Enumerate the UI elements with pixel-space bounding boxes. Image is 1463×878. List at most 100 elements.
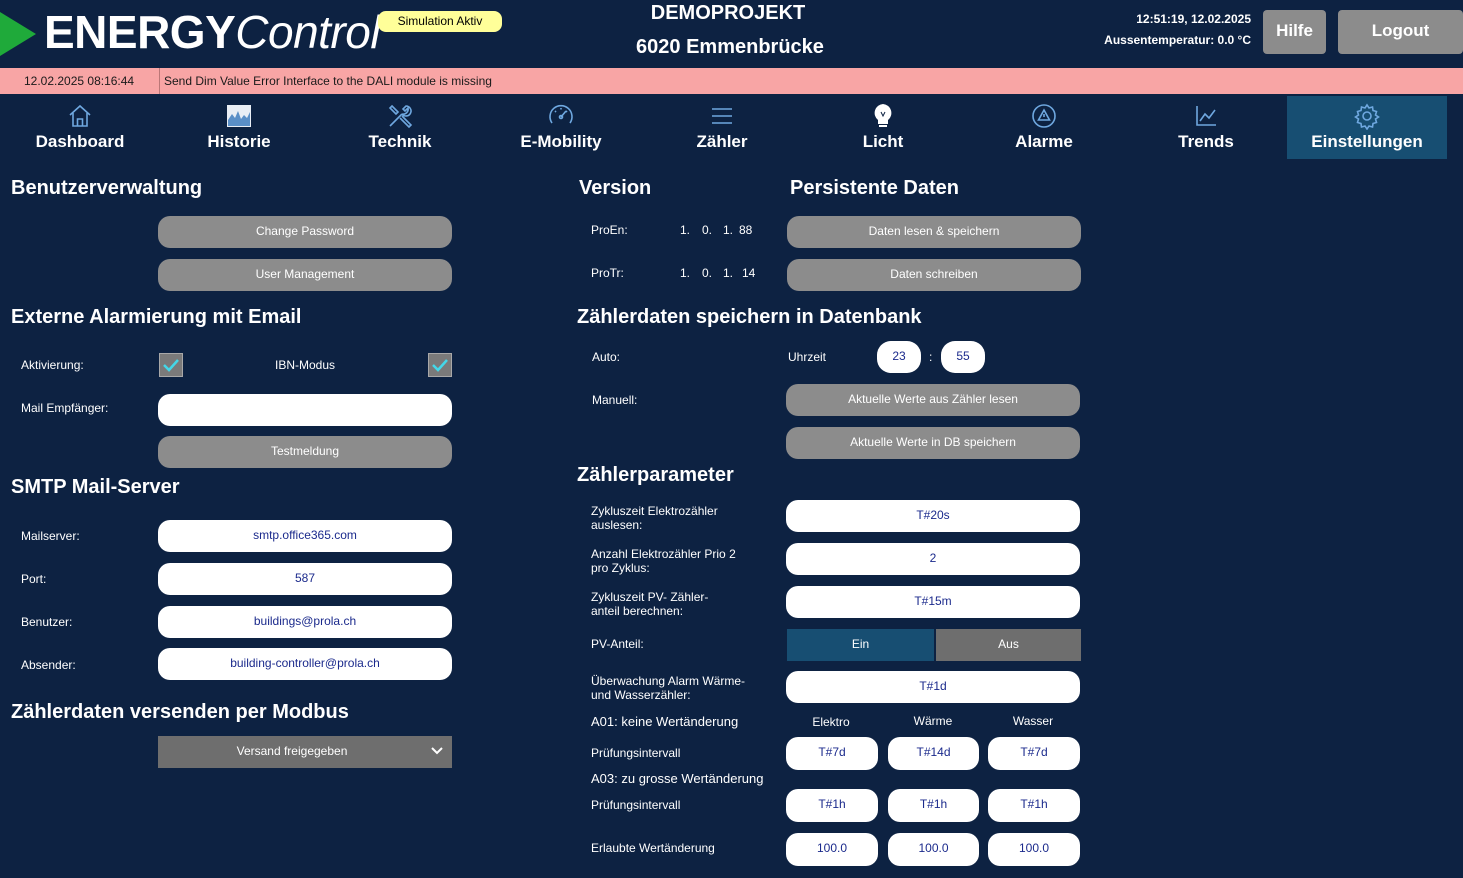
nav-technik[interactable]: Technik xyxy=(320,96,480,159)
read-current-values-button[interactable]: Aktuelle Werte aus Zähler lesen xyxy=(786,384,1080,416)
cycle-elec-input[interactable]: T#20s xyxy=(786,500,1080,532)
col-header-wasser: Wasser xyxy=(1012,714,1054,728)
app-logo: ENERGYControl xyxy=(44,6,381,58)
warning-icon xyxy=(1032,104,1056,128)
protr-patch: 1. xyxy=(723,266,734,280)
alarm-bar[interactable]: 12.02.2025 08:16:44 Send Dim Value Error… xyxy=(0,68,1463,94)
nav-label: Einstellungen xyxy=(1311,132,1423,151)
pv-share-label: PV-Anteil: xyxy=(591,637,644,651)
section-title-users: Benutzerverwaltung xyxy=(11,177,203,199)
interval2-label: Prüfungsintervall xyxy=(591,798,681,812)
ibn-mode-checkbox[interactable] xyxy=(428,353,452,377)
interval1-waerme-input[interactable]: T#14d xyxy=(888,737,979,770)
modbus-send-value: Versand freigegeben xyxy=(236,744,348,758)
help-button[interactable]: Hilfe xyxy=(1263,10,1326,54)
section-title-modbus: Zählerdaten versenden per Modbus xyxy=(11,701,349,723)
interval2-elektro-input[interactable]: T#1h xyxy=(786,789,878,822)
ibn-mode-label: IBN-Modus xyxy=(275,358,336,372)
nav-dashboard[interactable]: Dashboard xyxy=(0,96,160,159)
outside-temperature: Aussentemperatur: 0.0 °C xyxy=(1104,33,1251,47)
chevron-down-icon xyxy=(431,747,443,755)
mailserver-input[interactable]: smtp.office365.com xyxy=(158,520,452,552)
nav-label: Alarme xyxy=(1015,132,1073,151)
simulation-badge: Simulation Aktiv xyxy=(378,11,502,32)
port-label: Port: xyxy=(21,572,47,586)
project-name: DEMOPROJEKT xyxy=(650,2,806,24)
proen-minor: 0. xyxy=(702,223,713,237)
interval2-waerme-input[interactable]: T#1h xyxy=(888,789,979,822)
alarm-divider xyxy=(159,68,160,94)
pv-off-toggle[interactable]: Aus xyxy=(936,629,1081,661)
nav-label: Technik xyxy=(368,132,432,151)
a03-label: A03: zu grosse Wertänderung xyxy=(591,771,764,786)
protr-major: 1. xyxy=(680,266,691,280)
sender-input[interactable]: building-controller@prola.ch xyxy=(158,648,452,680)
pv-on-toggle[interactable]: Ein xyxy=(787,629,934,661)
interval1-elektro-input[interactable]: T#7d xyxy=(786,737,878,770)
home-icon xyxy=(69,104,91,127)
monitor-alarm-input[interactable]: T#1d xyxy=(786,671,1080,703)
user-management-button[interactable]: User Management xyxy=(158,259,452,291)
time-colon: : xyxy=(929,350,933,364)
logo-bold-text: ENERGY xyxy=(44,6,236,58)
proen-label: ProEn: xyxy=(591,223,628,237)
mail-recipient-input[interactable] xyxy=(158,394,452,426)
nav-alarme[interactable]: Alarme xyxy=(964,96,1124,159)
a01-label: A01: keine Wertänderung xyxy=(591,714,739,729)
port-input[interactable]: 587 xyxy=(158,563,452,595)
save-to-db-button[interactable]: Aktuelle Werte in DB speichern xyxy=(786,427,1080,459)
activation-checkbox[interactable] xyxy=(159,353,183,377)
nav-licht[interactable]: Licht xyxy=(803,96,963,159)
manual-label: Manuell: xyxy=(592,393,638,407)
col-header-waerme: Wärme xyxy=(913,714,953,728)
test-message-button[interactable]: Testmeldung xyxy=(158,436,452,468)
nav-label: E-Mobility xyxy=(520,132,602,151)
allowed-waerme-input[interactable]: 100.0 xyxy=(888,833,979,866)
proen-build: 88 xyxy=(739,223,753,237)
trend-chart-icon xyxy=(1196,106,1216,126)
allowed-elektro-input[interactable]: 100.0 xyxy=(786,833,878,866)
nav-zaehler[interactable]: Zähler xyxy=(642,96,802,159)
nav-label: Trends xyxy=(1178,132,1234,151)
count-prio-label: Anzahl Elektrozähler Prio 2 pro Zyklus: xyxy=(591,547,736,575)
read-save-data-button[interactable]: Daten lesen & speichern xyxy=(787,216,1081,248)
nav-einstellungen[interactable]: Einstellungen xyxy=(1287,96,1447,159)
allowed-wasser-input[interactable]: 100.0 xyxy=(988,833,1080,866)
monitor-alarm-label: Überwachung Alarm Wärme- und Wasserzähle… xyxy=(591,674,746,702)
modbus-send-select[interactable]: Versand freigegeben xyxy=(158,736,452,768)
app-header: ENERGYControl Simulation Aktiv DEMOPROJE… xyxy=(0,0,1463,68)
nav-label: Dashboard xyxy=(35,132,125,151)
interval2-wasser-input[interactable]: T#1h xyxy=(988,789,1080,822)
count-prio-input[interactable]: 2 xyxy=(786,543,1080,575)
interval1-label: Prüfungsintervall xyxy=(591,746,681,760)
logo-arrow-icon xyxy=(0,12,36,56)
section-title-params: Zählerparameter xyxy=(577,464,734,486)
nav-e-mobility[interactable]: E-Mobility xyxy=(481,96,641,159)
cycle-pv-label: Zykluszeit PV- Zähler-anteil berechnen: xyxy=(591,590,709,618)
main-navigation: Dashboard Historie Technik E-Mobility Zä… xyxy=(0,96,1463,159)
section-title-persistent: Persistente Daten xyxy=(790,177,959,199)
smtp-user-input[interactable]: buildings@prola.ch xyxy=(158,606,452,638)
time-label: Uhrzeit xyxy=(788,350,827,364)
project-location: 6020 Emmenbrücke xyxy=(636,36,824,58)
minute-input[interactable]: 55 xyxy=(941,341,985,373)
protr-label: ProTr: xyxy=(591,266,624,280)
write-data-button[interactable]: Daten schreiben xyxy=(787,259,1081,291)
col-header-elektro: Elektro xyxy=(812,715,850,729)
hour-input[interactable]: 23 xyxy=(877,341,921,373)
interval1-wasser-input[interactable]: T#7d xyxy=(988,737,1080,770)
section-title-smtp: SMTP Mail-Server xyxy=(11,476,180,498)
nav-label: Licht xyxy=(862,132,904,151)
nav-historie[interactable]: Historie xyxy=(159,96,319,159)
change-password-button[interactable]: Change Password xyxy=(158,216,452,248)
nav-label: Zähler xyxy=(696,132,748,151)
checkmark-icon xyxy=(163,359,179,372)
logout-button[interactable]: Logout xyxy=(1338,10,1463,54)
protr-build: 14 xyxy=(742,266,756,280)
gear-icon xyxy=(1354,103,1380,130)
proen-major: 1. xyxy=(680,223,691,237)
nav-trends[interactable]: Trends xyxy=(1126,96,1286,159)
alarm-timestamp: 12.02.2025 08:16:44 xyxy=(24,74,135,88)
checkmark-icon xyxy=(432,359,448,372)
cycle-pv-input[interactable]: T#15m xyxy=(786,586,1080,618)
